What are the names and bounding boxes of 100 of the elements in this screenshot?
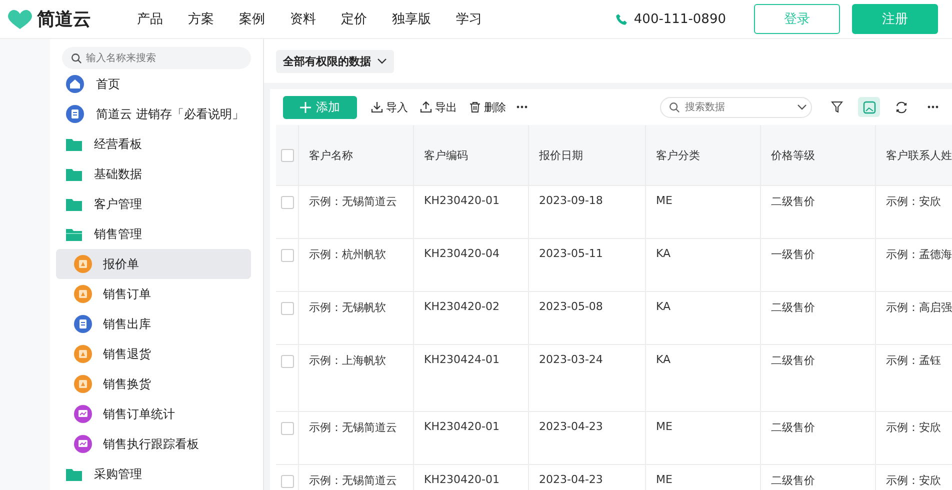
logo-icon xyxy=(6,8,34,30)
folder-icon xyxy=(66,198,82,210)
column-header: 报价日期 xyxy=(539,149,583,162)
image-icon xyxy=(862,100,876,114)
table-cell: KH230420-01 xyxy=(424,194,500,207)
phone-number: 400-111-0890 xyxy=(634,12,726,26)
column-header: 客户名称 xyxy=(309,149,353,162)
column-header: 客户分类 xyxy=(656,149,700,162)
nav-link[interactable]: 独享版 xyxy=(379,10,443,28)
sidebar-item[interactable]: 报价单 xyxy=(56,249,251,279)
table-cell: KA xyxy=(656,247,671,260)
sidebar-item[interactable]: 销售退货 xyxy=(56,339,251,369)
form-icon xyxy=(74,255,92,273)
sidebar-label: 销售出库 xyxy=(103,316,151,332)
table-cell: 示例：无锡简道云 xyxy=(309,421,397,434)
sidebar-item[interactable]: 销售执行跟踪看板 xyxy=(56,429,251,459)
checkbox[interactable] xyxy=(281,422,294,435)
form-icon xyxy=(74,375,92,393)
toolbar-action[interactable]: 删除 xyxy=(467,100,508,114)
table-cell: 2023-05-11 xyxy=(539,247,603,260)
refresh-icon xyxy=(894,100,908,114)
search-field[interactable]: 搜索数据 xyxy=(660,96,812,118)
sidebar-item[interactable]: 首页 xyxy=(62,69,251,99)
plus-icon xyxy=(300,102,311,112)
sidebar-item[interactable]: 经营看板 xyxy=(62,129,251,159)
sidebar-item[interactable]: 销售管理 xyxy=(62,219,251,249)
table-cell: 二级售价 xyxy=(771,474,815,487)
column-header: 客户联系人姓 xyxy=(886,149,952,162)
table-cell: 示例：无锡简道云 xyxy=(309,195,397,208)
sidebar-label: 简道云 进销存「必看说明」 xyxy=(96,106,244,122)
sidebar-item[interactable]: 销售换货 xyxy=(56,369,251,399)
sidebar-item[interactable]: 简道云 进销存「必看说明」 xyxy=(62,99,251,129)
table-cell: 2023-05-08 xyxy=(539,300,603,313)
download-icon xyxy=(371,101,383,113)
logo-text: 简道云 xyxy=(37,8,91,31)
folder-icon xyxy=(66,138,82,150)
sidebar-label: 销售执行跟踪看板 xyxy=(103,436,199,452)
table-cell: 示例：无锡帆软 xyxy=(309,301,386,314)
checkbox[interactable] xyxy=(281,149,294,162)
search-field[interactable]: 输入名称来搜索 xyxy=(62,47,251,69)
upload-icon xyxy=(420,101,432,113)
sidebar-label: 销售退货 xyxy=(103,346,151,362)
table-cell: 二级售价 xyxy=(771,421,815,434)
more-icon xyxy=(927,105,939,109)
chart-icon xyxy=(74,435,92,453)
nav-link[interactable]: 方案 xyxy=(175,10,226,28)
sidebar-label: 销售订单 xyxy=(103,286,151,302)
table-cell: 示例：安欣 xyxy=(886,474,941,487)
checkbox[interactable] xyxy=(281,249,294,262)
table-cell: 二级售价 xyxy=(771,195,815,208)
table-cell: ME xyxy=(656,473,672,486)
checkbox[interactable] xyxy=(281,196,294,209)
nav-link[interactable]: 定价 xyxy=(328,10,379,28)
sidebar-label: 客户管理 xyxy=(94,196,142,212)
trash-icon xyxy=(469,101,481,113)
nav-link[interactable]: 资料 xyxy=(277,10,328,28)
sidebar-label: 采购管理 xyxy=(94,466,142,482)
column-header: 客户编码 xyxy=(424,149,468,162)
table-cell: 示例：孟钰 xyxy=(886,354,941,367)
sidebar-item[interactable]: 销售订单统计 xyxy=(56,399,251,429)
more-icon[interactable] xyxy=(516,105,528,109)
table-cell: 2023-03-24 xyxy=(539,353,603,366)
table-cell: 2023-09-18 xyxy=(539,194,603,207)
table-cell: ME xyxy=(656,194,672,207)
toolbar-action[interactable]: 导入 xyxy=(369,100,410,114)
sidebar-label: 首页 xyxy=(96,76,120,92)
sidebar-label: 销售订单统计 xyxy=(103,406,175,422)
chart-icon xyxy=(74,405,92,423)
form-icon xyxy=(74,285,92,303)
checkbox[interactable] xyxy=(281,302,294,315)
table-cell: KH230420-02 xyxy=(424,300,500,313)
checkbox[interactable] xyxy=(281,475,294,488)
column-header: 价格等级 xyxy=(771,149,815,162)
home-icon xyxy=(66,75,84,93)
table-cell: 二级售价 xyxy=(771,301,815,314)
sidebar-item[interactable]: 销售订单 xyxy=(56,279,251,309)
nav-link[interactable]: 案例 xyxy=(226,10,277,28)
document-icon xyxy=(74,315,92,333)
table-cell: KH230420-04 xyxy=(424,247,500,260)
table-cell: KA xyxy=(656,300,671,313)
checkbox[interactable] xyxy=(281,355,294,368)
table-cell: 示例：安欣 xyxy=(886,195,941,208)
sidebar-item[interactable]: 客户管理 xyxy=(62,189,251,219)
phone-icon xyxy=(614,12,628,26)
sidebar-item[interactable]: 基础数据 xyxy=(62,159,251,189)
nav-link[interactable]: 产品 xyxy=(124,10,175,28)
filter-icon xyxy=(831,101,843,113)
view-tool-button[interactable] xyxy=(858,97,880,117)
data-scope-dropdown[interactable]: 全部有权限的数据 xyxy=(276,50,394,72)
form-icon xyxy=(74,345,92,363)
toolbar-action[interactable]: 导出 xyxy=(418,100,459,114)
sidebar-item[interactable]: 销售出库 xyxy=(56,309,251,339)
nav-link[interactable]: 学习 xyxy=(443,10,494,28)
table-cell: 2023-04-23 xyxy=(539,420,603,433)
table-cell: KA xyxy=(656,353,671,366)
table-cell: 示例：高启强 xyxy=(886,301,952,314)
sidebar-item[interactable]: 采购管理 xyxy=(62,459,251,489)
sidebar-label: 报价单 xyxy=(103,256,139,272)
folder-icon xyxy=(66,168,82,180)
sidebar-label: 销售管理 xyxy=(94,226,142,242)
